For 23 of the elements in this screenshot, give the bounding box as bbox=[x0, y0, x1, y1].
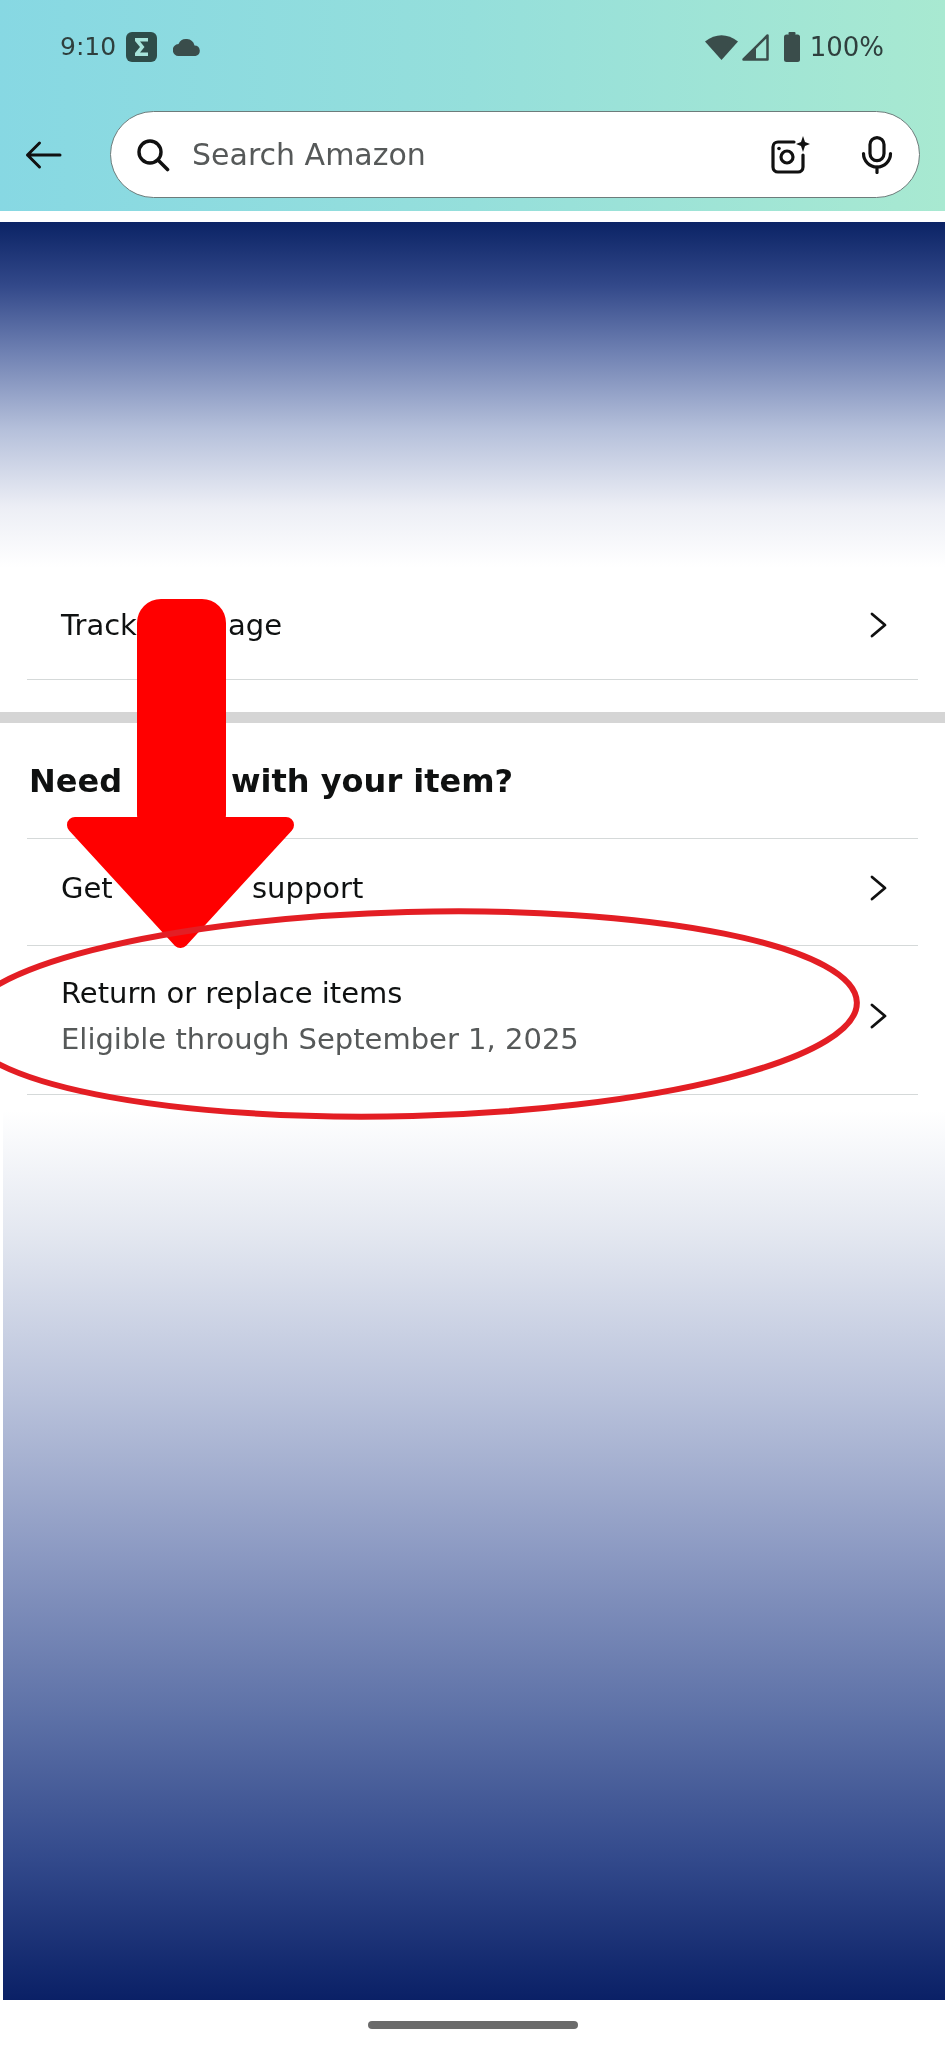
battery-percentage: 100% bbox=[809, 30, 884, 64]
menu-item-label[interactable]: support bbox=[252, 871, 364, 905]
chevron-right-icon bbox=[870, 875, 888, 901]
search-icon bbox=[136, 137, 170, 172]
back-arrow-icon[interactable] bbox=[24, 139, 62, 170]
search-bar[interactable]: Search Amazon bbox=[110, 111, 920, 198]
status-time: 9:10 bbox=[60, 31, 117, 64]
chevron-right-icon bbox=[870, 611, 888, 638]
camera-icon[interactable] bbox=[770, 135, 810, 174]
menu-item-subtitle: Eligible through September 1, 2025 bbox=[61, 1022, 579, 1056]
battery-icon bbox=[783, 32, 800, 62]
cloud-icon bbox=[173, 38, 202, 56]
signal-icon bbox=[741, 33, 769, 61]
sigma-icon bbox=[126, 32, 158, 62]
search-input[interactable]: Search Amazon bbox=[192, 132, 770, 177]
wifi-icon bbox=[704, 34, 738, 60]
menu-item-label[interactable]: Return or replace items bbox=[61, 976, 403, 1010]
microphone-icon[interactable] bbox=[860, 135, 894, 174]
section-heading: Need with your item? bbox=[28, 760, 515, 802]
menu-item-label[interactable]: Get bbox=[61, 871, 113, 905]
chevron-right-icon bbox=[870, 1003, 888, 1029]
menu-item-label[interactable]: age bbox=[228, 607, 283, 642]
menu-item-label[interactable]: Track bbox=[61, 607, 137, 642]
